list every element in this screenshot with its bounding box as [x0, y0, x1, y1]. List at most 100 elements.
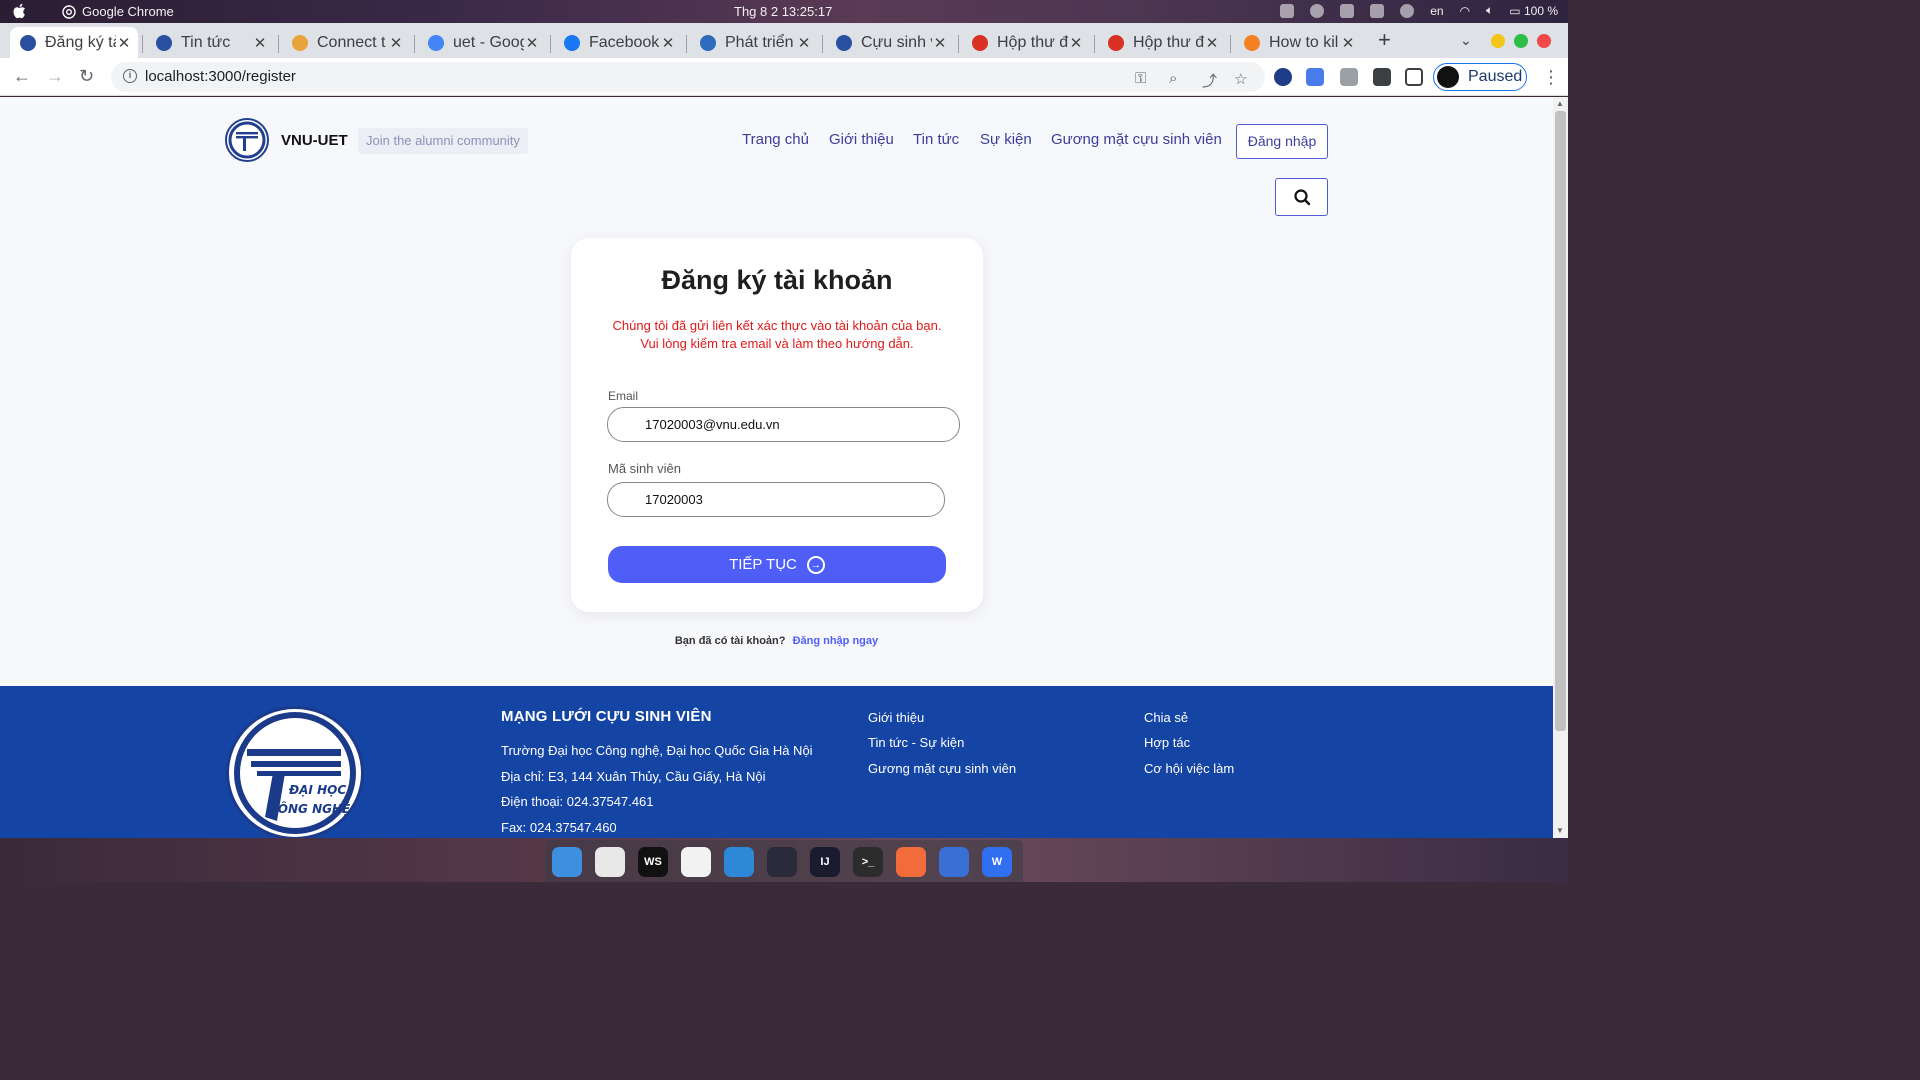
tab-3[interactable]: Connect t ✕: [282, 27, 410, 58]
tab-7[interactable]: Cựu sinh v ✕: [826, 27, 954, 58]
tab-5[interactable]: Facebook ✕: [554, 27, 682, 58]
close-tab-icon[interactable]: ✕: [524, 34, 540, 52]
footer-link-news-events[interactable]: Tin tức - Sự kiện: [868, 735, 964, 750]
site-info-icon[interactable]: i: [123, 69, 137, 83]
nav-news[interactable]: Tin tức: [913, 131, 959, 148]
tab-label: uet - Goog: [453, 33, 524, 51]
wps-icon[interactable]: W: [982, 847, 1012, 877]
calendar-tray-icon[interactable]: [1280, 3, 1295, 18]
close-tab-icon[interactable]: ✕: [1204, 34, 1220, 52]
vscode-icon[interactable]: [767, 847, 797, 877]
search-button[interactable]: [1275, 178, 1328, 216]
tab-10[interactable]: How to kil ✕: [1234, 27, 1362, 58]
have-account-text: Bạn đã có tài khoản?: [674, 635, 786, 647]
footer-link-alumni-faces[interactable]: Gương mặt cựu sinh viên: [868, 761, 1016, 776]
apple-menu-icon[interactable]: [12, 3, 26, 19]
student-id-field[interactable]: 17020003: [607, 482, 945, 517]
extension-check-icon[interactable]: [1274, 68, 1292, 86]
battery-status[interactable]: ▭ 100 %: [1509, 4, 1558, 18]
zoom-icon[interactable]: ⌕: [1169, 70, 1177, 87]
close-tab-icon[interactable]: ✕: [932, 34, 948, 52]
close-tab-icon[interactable]: ✕: [388, 34, 404, 52]
inkscape-icon[interactable]: [681, 847, 711, 877]
search-icon: [1294, 189, 1311, 206]
scrollbar-thumb[interactable]: [1555, 111, 1566, 731]
app-tray-icon[interactable]: [1310, 3, 1325, 18]
tab-4[interactable]: uet - Goog ✕: [418, 27, 546, 58]
url-text[interactable]: localhost:3000/register: [145, 68, 296, 85]
nav-home[interactable]: Trang chủ: [742, 131, 809, 148]
browser-tab-strip: Đăng ký tà ✕ Tin tức ✕ Connect t ✕ uet - Goog ✕…: [0, 23, 1568, 58]
tab-8[interactable]: Hộp thư đ ✕: [962, 27, 1090, 58]
clipboard-tray-icon[interactable]: [1370, 3, 1385, 18]
accessibility-icon[interactable]: [1400, 3, 1415, 18]
site-logo[interactable]: [225, 118, 269, 162]
finder-icon[interactable]: [552, 847, 582, 877]
page-scrollbar[interactable]: ▲ ▼: [1553, 97, 1568, 838]
timeshift-icon[interactable]: [939, 847, 969, 877]
side-panel-icon[interactable]: [1405, 68, 1423, 86]
chrome-icon[interactable]: [595, 847, 625, 877]
tab-1[interactable]: Đăng ký tà ✕: [10, 27, 138, 58]
close-window-button[interactable]: [1537, 34, 1551, 48]
login-now-link[interactable]: Đăng nhập ngay: [793, 635, 879, 647]
tab-9[interactable]: Hộp thư đ ✕: [1098, 27, 1226, 58]
tab-label: Hộp thư đ: [1133, 33, 1204, 51]
bookmark-star-icon[interactable]: ☆: [1234, 70, 1247, 88]
email-field[interactable]: 17020003@vnu.edu.vn: [607, 407, 960, 442]
site-brand[interactable]: VNU-UET: [281, 132, 348, 149]
scroll-down-icon[interactable]: ▼: [1556, 826, 1564, 835]
arrow-right-circle-icon: →: [806, 555, 825, 574]
footer-fax: Fax: 024.37547.460: [501, 820, 617, 835]
new-tab-button[interactable]: +: [1378, 27, 1391, 53]
volume-icon[interactable]: 🔈︎: [1486, 3, 1493, 18]
login-button[interactable]: Đăng nhập: [1236, 124, 1328, 159]
screenshot-extension-icon[interactable]: [1340, 68, 1358, 86]
close-tab-icon[interactable]: ✕: [116, 34, 132, 52]
tab-6[interactable]: Phát triển ✕: [690, 27, 818, 58]
footer-link-jobs[interactable]: Cơ hội việc làm: [1144, 761, 1234, 776]
shotwell-icon[interactable]: [724, 847, 754, 877]
profile-button[interactable]: Paused: [1433, 63, 1527, 91]
nav-alumni-faces[interactable]: Gương mặt cựu sinh viên: [1051, 131, 1222, 148]
share-icon[interactable]: ⤴: [1202, 70, 1217, 91]
tab-2[interactable]: Tin tức ✕: [146, 27, 274, 58]
minimize-window-button[interactable]: [1491, 34, 1505, 48]
back-button[interactable]: ←: [13, 66, 31, 87]
postman-icon[interactable]: [896, 847, 926, 877]
nav-about[interactable]: Giới thiệu: [829, 131, 894, 148]
tab-search-dropdown-icon[interactable]: ⌄: [1460, 32, 1472, 49]
wifi-icon[interactable]: ◠: [1460, 4, 1470, 18]
footer-link-about[interactable]: Giới thiệu: [868, 710, 924, 725]
translate-extension-icon[interactable]: [1306, 68, 1324, 86]
footer-link-cooperation[interactable]: Hợp tác: [1144, 735, 1190, 750]
footer-logo: ĐẠI HỌC CÔNG NGHỆ: [226, 706, 364, 838]
webstorm-icon[interactable]: WS: [638, 847, 668, 877]
password-key-icon[interactable]: ⚿: [1135, 70, 1146, 87]
footer-university: Trường Đại học Công nghệ, Đại học Quốc G…: [501, 743, 813, 758]
facebook-icon: [564, 34, 580, 51]
continue-button[interactable]: TIẾP TỤC →: [608, 546, 946, 583]
address-bar[interactable]: i localhost:3000/register ⚿ ⌕ ⤴ ☆: [111, 62, 1265, 92]
maximize-window-button[interactable]: [1514, 34, 1528, 48]
chrome-small-icon: [62, 4, 76, 19]
scroll-up-icon[interactable]: ▲: [1556, 99, 1564, 108]
close-tab-icon[interactable]: ✕: [660, 34, 676, 52]
extensions-puzzle-icon[interactable]: [1373, 68, 1391, 86]
close-tab-icon[interactable]: ✕: [1068, 34, 1084, 52]
close-tab-icon[interactable]: ✕: [796, 34, 812, 52]
stackoverflow-icon: [1244, 34, 1260, 51]
terminal-icon[interactable]: >_: [853, 847, 883, 877]
nav-events[interactable]: Sự kiện: [980, 131, 1032, 148]
system-clock[interactable]: Thg 8 2 13:25:17: [734, 4, 832, 19]
keyboard-language[interactable]: en: [1430, 4, 1443, 18]
intellij-icon[interactable]: IJ: [810, 847, 840, 877]
chrome-menu-icon[interactable]: ⋮: [1542, 67, 1560, 88]
footer-link-share[interactable]: Chia sẻ: [1144, 710, 1188, 725]
close-tab-icon[interactable]: ✕: [1340, 34, 1356, 52]
close-tab-icon[interactable]: ✕: [252, 34, 268, 52]
forward-button[interactable]: →: [46, 66, 64, 87]
image-tray-icon[interactable]: [1340, 3, 1355, 18]
reload-button[interactable]: ↻: [79, 66, 94, 87]
active-app-menu[interactable]: Google Chrome: [62, 4, 174, 19]
